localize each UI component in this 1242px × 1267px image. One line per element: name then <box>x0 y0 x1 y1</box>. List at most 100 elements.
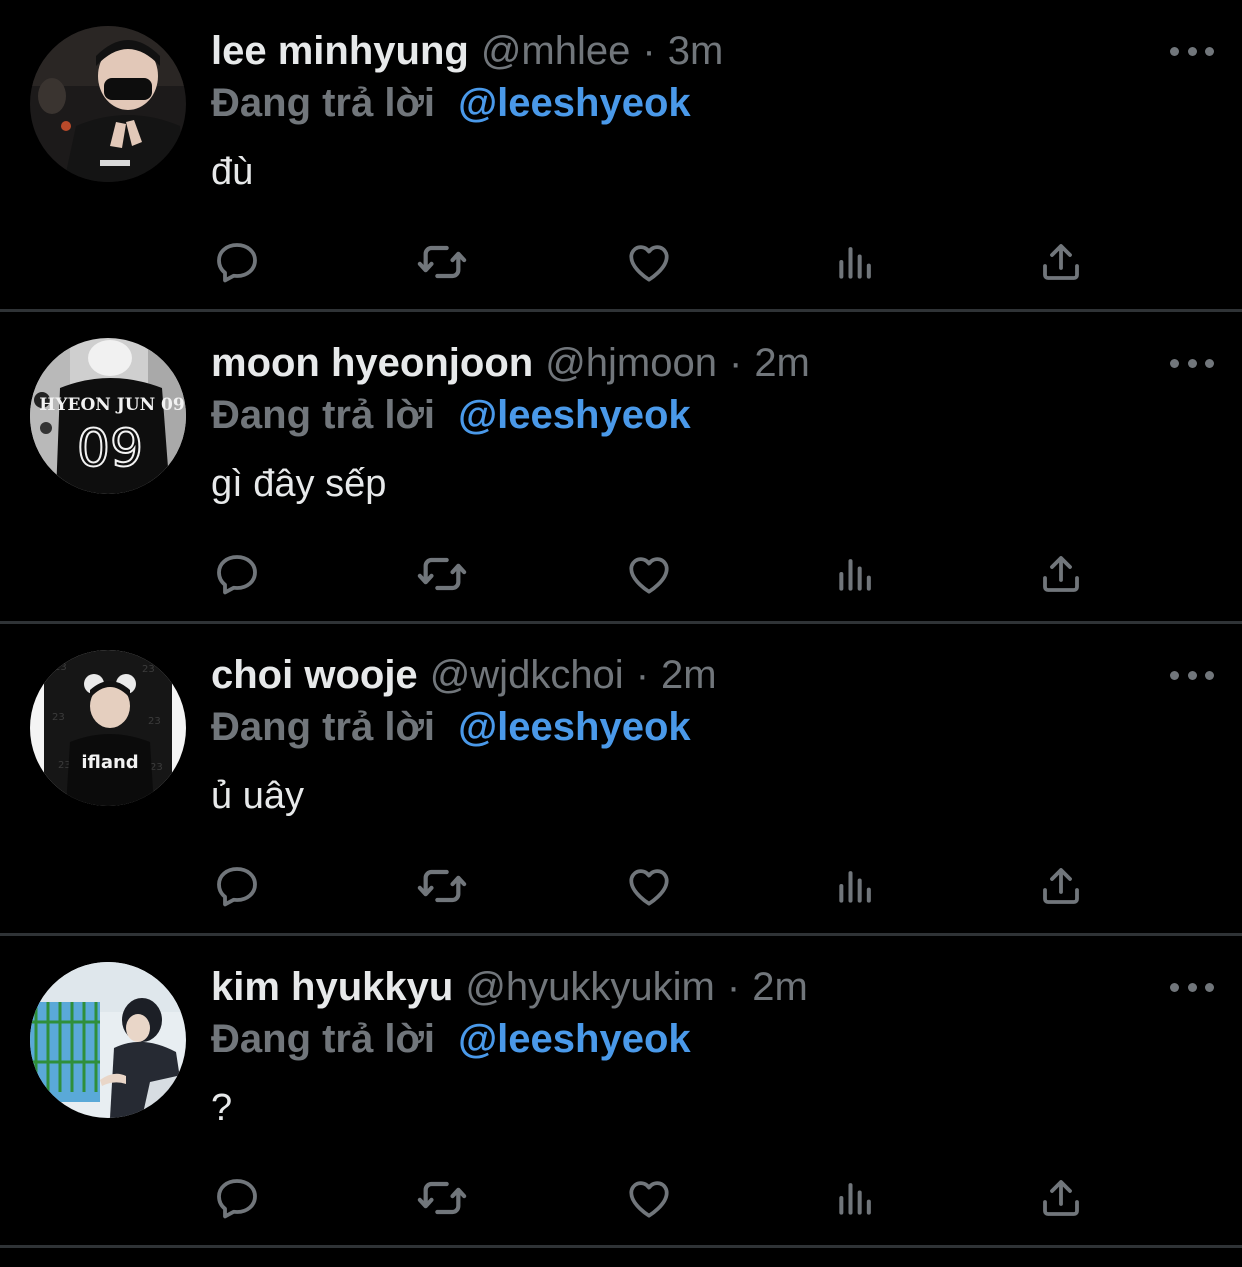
avatar-image: HYEON JUN 09 09 <box>30 338 186 494</box>
analytics-button[interactable] <box>828 546 884 602</box>
reply-icon <box>217 555 257 595</box>
svg-text:09: 09 <box>77 419 143 479</box>
tweet[interactable]: kim hyukkyu @hyukkyukim · 2m Đang trả lờ… <box>0 936 1242 1248</box>
share-icon <box>1043 1180 1079 1216</box>
retweet-button[interactable] <box>414 1170 470 1226</box>
retweet-button[interactable] <box>414 546 470 602</box>
more-options-icon[interactable] <box>1170 348 1214 378</box>
analytics-button[interactable] <box>828 1170 884 1226</box>
retweet-icon <box>417 1181 467 1215</box>
retweet-icon <box>417 557 467 591</box>
timeline: lee minhyung @mhlee · 3m Đang trả lời @l… <box>0 0 1242 1248</box>
user-handle[interactable]: @mhlee <box>481 26 631 76</box>
reply-icon <box>217 867 257 907</box>
analytics-button[interactable] <box>828 234 884 290</box>
retweet-button[interactable] <box>414 234 470 290</box>
analytics-icon <box>839 559 871 591</box>
tweet-actions <box>0 858 1242 914</box>
avatar[interactable] <box>30 962 186 1118</box>
replying-to-label: Đang trả lời <box>211 705 436 749</box>
display-name[interactable]: moon hyeonjoon <box>211 338 533 388</box>
tweet-actions <box>0 234 1242 290</box>
reply-mention-link[interactable]: @leeshyeok <box>458 705 690 749</box>
timestamp[interactable]: 2m <box>754 338 810 388</box>
tweet-header: lee minhyung @mhlee · 3m <box>211 26 723 76</box>
tweet-actions <box>0 546 1242 602</box>
like-button[interactable] <box>621 858 677 914</box>
user-handle[interactable]: @hjmoon <box>545 338 717 388</box>
more-options-icon[interactable] <box>1170 36 1214 66</box>
retweet-button[interactable] <box>414 858 470 914</box>
separator: · <box>642 29 656 73</box>
share-button[interactable] <box>1033 858 1089 914</box>
svg-text:23: 23 <box>148 716 161 727</box>
avatar-image: 23 23 23 23 23 23 ifland <box>30 650 186 806</box>
retweet-icon <box>417 869 467 903</box>
analytics-icon <box>839 247 871 279</box>
analytics-icon <box>839 871 871 903</box>
avatar[interactable]: HYEON JUN 09 09 <box>30 338 186 494</box>
replying-to: Đang trả lời @leeshyeok <box>211 702 691 752</box>
share-icon <box>1043 244 1079 280</box>
more-options-icon[interactable] <box>1170 660 1214 690</box>
replying-to-label: Đang trả lời <box>211 1017 436 1061</box>
tweet-actions <box>0 1170 1242 1226</box>
svg-text:23: 23 <box>150 762 163 773</box>
like-icon <box>629 1181 669 1218</box>
display-name[interactable]: lee minhyung <box>211 26 469 76</box>
reply-button[interactable] <box>209 234 265 290</box>
tweet-text: gì đây sếp <box>211 463 387 505</box>
reply-icon <box>217 1179 257 1219</box>
tweet-text: đù <box>211 151 254 193</box>
like-icon <box>629 869 669 906</box>
timestamp[interactable]: 2m <box>661 650 717 700</box>
separator: · <box>728 341 743 385</box>
like-icon <box>629 245 669 282</box>
avatar-image <box>30 26 186 182</box>
more-options-icon[interactable] <box>1170 972 1214 1002</box>
display-name[interactable]: choi wooje <box>211 650 418 700</box>
tweet[interactable]: HYEON JUN 09 09 moon hyeonjoon @hjmoon ·… <box>0 312 1242 624</box>
avatar[interactable] <box>30 26 186 182</box>
reply-mention-link[interactable]: @leeshyeok <box>458 393 690 437</box>
retweet-icon <box>417 245 467 279</box>
reply-button[interactable] <box>209 1170 265 1226</box>
timestamp[interactable]: 3m <box>668 26 724 76</box>
share-button[interactable] <box>1033 1170 1089 1226</box>
replying-to-label: Đang trả lời <box>211 393 436 437</box>
tweet-header: kim hyukkyu @hyukkyukim · 2m <box>211 962 808 1012</box>
user-handle[interactable]: @wjdkchoi <box>430 650 624 700</box>
separator: · <box>635 653 650 697</box>
like-button[interactable] <box>621 546 677 602</box>
like-button[interactable] <box>621 234 677 290</box>
replying-to: Đang trả lời @leeshyeok <box>211 390 691 440</box>
share-icon <box>1043 556 1079 592</box>
avatar-shirt-text: ifland <box>81 752 138 773</box>
replying-to: Đang trả lời @leeshyeok <box>211 78 691 128</box>
tweet-text: ? <box>211 1087 233 1129</box>
timestamp[interactable]: 2m <box>752 962 808 1012</box>
like-icon <box>629 557 669 594</box>
display-name[interactable]: kim hyukkyu <box>211 962 453 1012</box>
reply-mention-link[interactable]: @leeshyeok <box>458 81 690 125</box>
replying-to: Đang trả lời @leeshyeok <box>211 1014 691 1064</box>
share-button[interactable] <box>1033 234 1089 290</box>
reply-mention-link[interactable]: @leeshyeok <box>458 1017 690 1061</box>
avatar[interactable]: 23 23 23 23 23 23 ifland <box>30 650 186 806</box>
tweet-text: ủ uây <box>211 775 304 817</box>
like-button[interactable] <box>621 1170 677 1226</box>
tweet[interactable]: 23 23 23 23 23 23 ifland choi wooje @wjdkch… <box>0 624 1242 936</box>
separator: · <box>726 965 741 1009</box>
reply-icon <box>217 243 257 283</box>
share-icon <box>1043 868 1079 904</box>
divider <box>0 1245 1242 1248</box>
tweet[interactable]: lee minhyung @mhlee · 3m Đang trả lời @l… <box>0 0 1242 312</box>
analytics-button[interactable] <box>828 858 884 914</box>
reply-button[interactable] <box>209 858 265 914</box>
reply-button[interactable] <box>209 546 265 602</box>
share-button[interactable] <box>1033 546 1089 602</box>
replying-to-label: Đang trả lời <box>211 81 436 125</box>
tweet-header: moon hyeonjoon @hjmoon · 2m <box>211 338 810 388</box>
user-handle[interactable]: @hyukkyukim <box>465 962 715 1012</box>
analytics-icon <box>839 1183 871 1215</box>
